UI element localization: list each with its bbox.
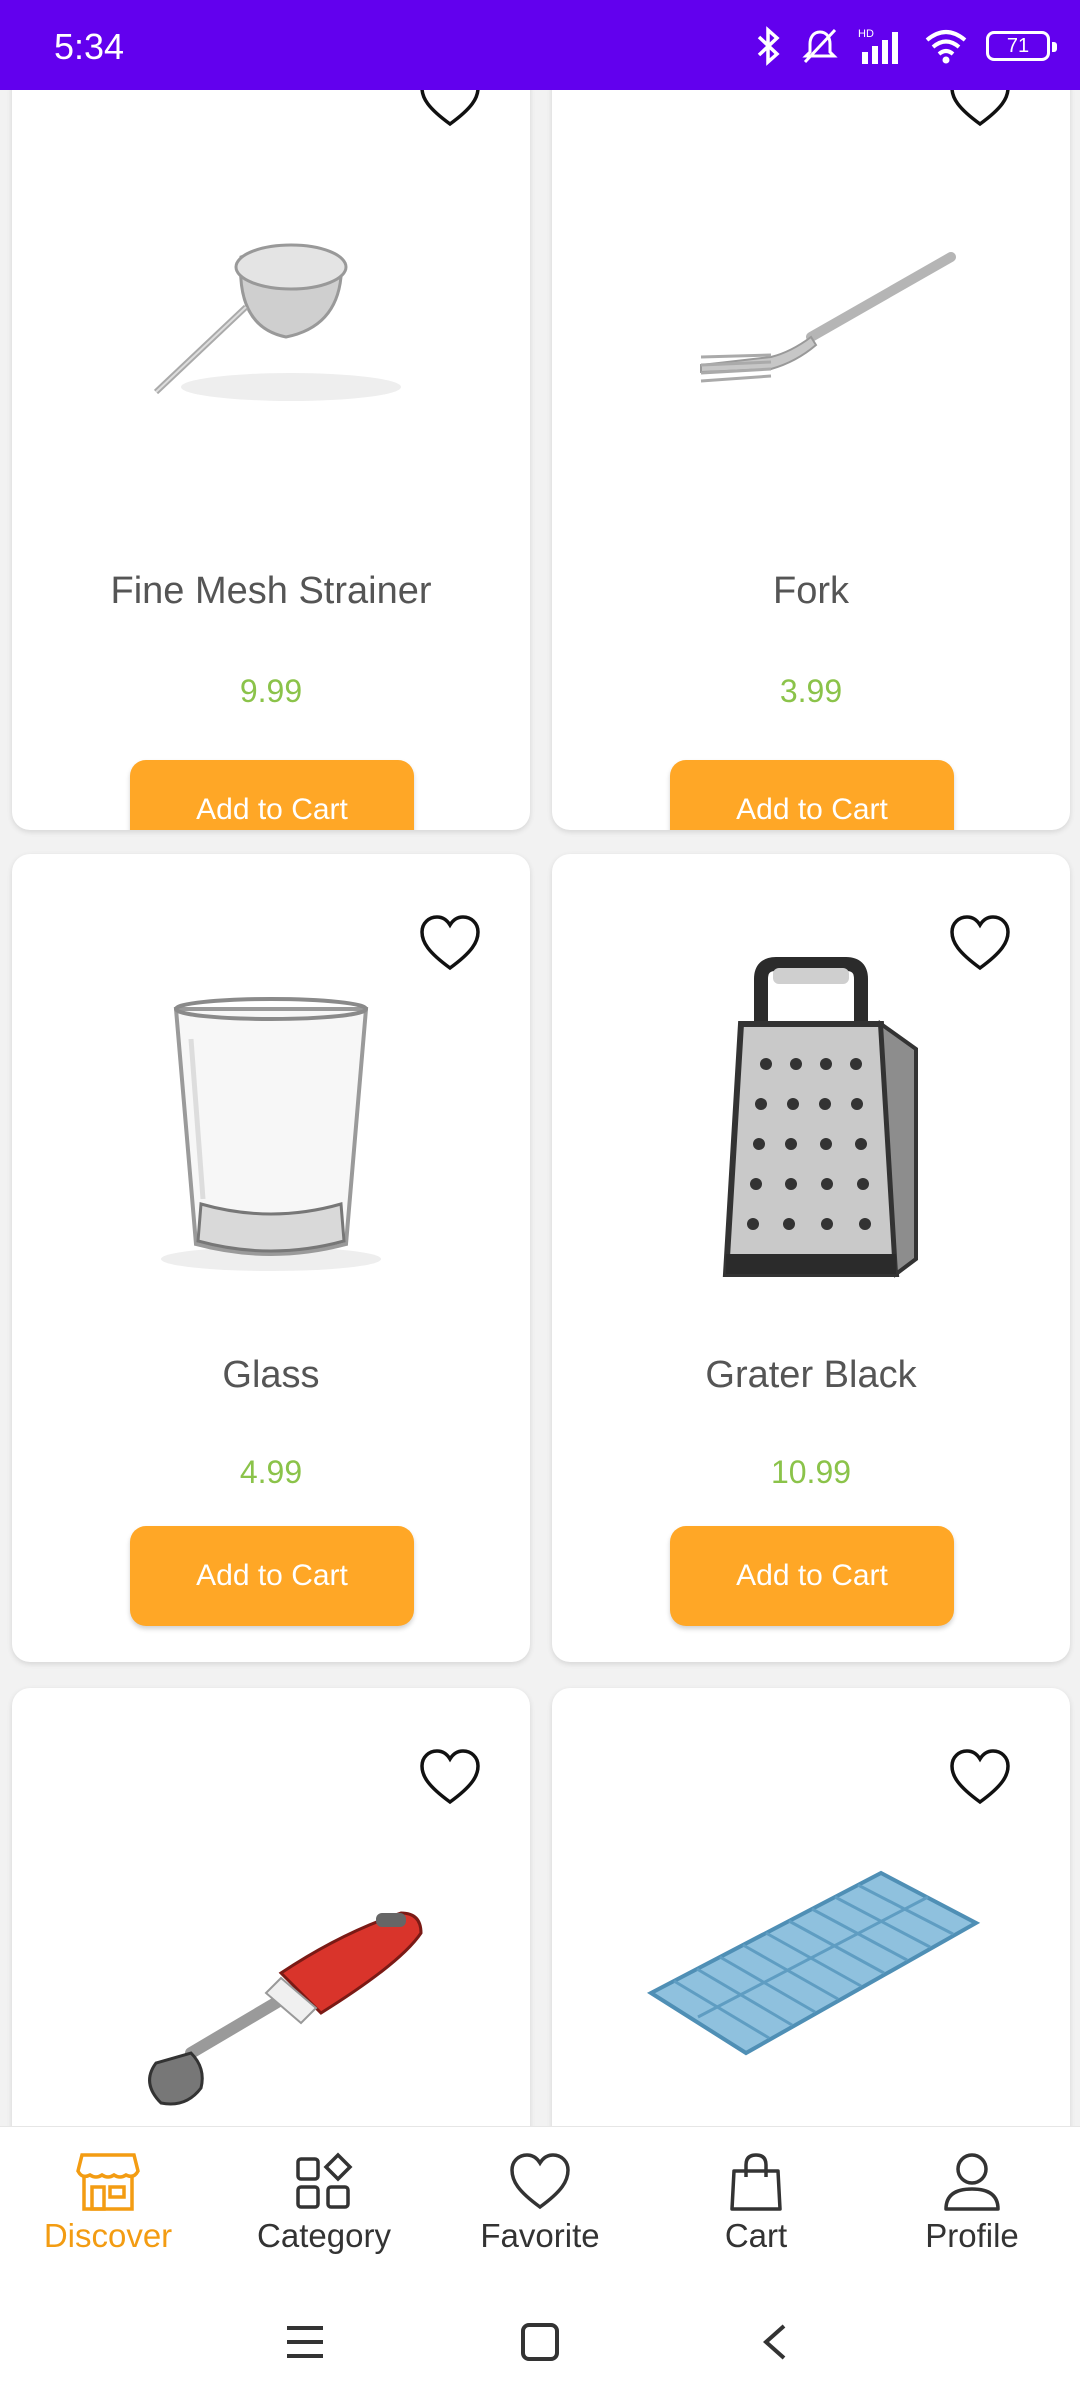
add-to-cart-button[interactable]: Add to Cart xyxy=(670,760,954,830)
product-card[interactable]: Fork 3.99 Add to Cart xyxy=(552,90,1070,830)
battery-icon: 71 xyxy=(986,31,1057,61)
nav-label: Discover xyxy=(43,2217,173,2254)
ice-tray-image xyxy=(552,1808,1070,2118)
nav-label: Profile xyxy=(925,2217,1019,2254)
fork-image xyxy=(552,152,1070,462)
status-icons: HD 71 xyxy=(756,24,1057,68)
product-card[interactable]: Fine Mesh Strainer 9.99 Add to Cart xyxy=(12,90,530,830)
wifi-icon xyxy=(925,30,967,64)
svg-text:HD: HD xyxy=(858,28,874,40)
product-price: 9.99 xyxy=(239,673,303,709)
recent-apps-button[interactable] xyxy=(275,2312,335,2372)
category-icon xyxy=(296,2152,353,2209)
favorite-heart-icon[interactable] xyxy=(418,1748,482,1806)
menu-icon xyxy=(287,2326,323,2358)
favorite-heart-icon[interactable] xyxy=(418,90,482,128)
back-button[interactable] xyxy=(745,2312,805,2372)
favorite-heart-icon[interactable] xyxy=(418,914,482,972)
product-price: 3.99 xyxy=(779,673,843,709)
home-button[interactable] xyxy=(510,2312,570,2372)
store-icon xyxy=(76,2153,140,2211)
nav-discover[interactable]: Discover xyxy=(0,2127,216,2285)
favorite-heart-icon[interactable] xyxy=(948,90,1012,128)
back-chevron-icon xyxy=(762,2324,786,2360)
product-card[interactable] xyxy=(552,1688,1070,2126)
favorite-heart-icon[interactable] xyxy=(948,1748,1012,1806)
product-name: Grater Black xyxy=(705,1354,917,1396)
product-name: Glass xyxy=(222,1354,320,1396)
product-name: Fork xyxy=(773,570,849,612)
grater-image xyxy=(552,957,1070,1278)
nav-label: Category xyxy=(257,2217,391,2254)
product-card[interactable]: Grater Black 10.99 Add to Cart xyxy=(552,854,1070,1662)
product-card[interactable] xyxy=(12,1688,530,2126)
product-name: Fine Mesh Strainer xyxy=(110,570,432,612)
heart-icon xyxy=(510,2153,570,2210)
signal-icon: HD xyxy=(858,28,898,64)
nav-profile[interactable]: Profile xyxy=(864,2127,1080,2285)
product-grid[interactable]: Fine Mesh Strainer 9.99 Add to Cart Fork… xyxy=(0,90,1080,2126)
bottom-navigation: Discover Category Favorite Cart Profile xyxy=(0,2126,1080,2285)
hand-blender-image xyxy=(12,1828,530,2126)
home-square-icon xyxy=(521,2323,559,2361)
nav-category[interactable]: Category xyxy=(216,2127,432,2285)
battery-level: 71 xyxy=(1006,34,1030,57)
nav-favorite[interactable]: Favorite xyxy=(432,2127,648,2285)
person-icon xyxy=(944,2153,1000,2211)
add-to-cart-button[interactable]: Add to Cart xyxy=(130,1526,414,1626)
add-to-cart-button[interactable]: Add to Cart xyxy=(670,1526,954,1626)
product-card[interactable]: Glass 4.99 Add to Cart xyxy=(12,854,530,1662)
nav-label: Cart xyxy=(724,2217,788,2254)
glass-image xyxy=(12,974,530,1284)
nav-label: Favorite xyxy=(480,2217,600,2254)
bluetooth-icon xyxy=(757,26,780,66)
strainer-image xyxy=(12,152,530,462)
mute-icon xyxy=(802,28,838,64)
add-to-cart-button[interactable]: Add to Cart xyxy=(130,760,414,830)
product-price: 4.99 xyxy=(239,1454,303,1490)
status-time: 5:34 xyxy=(54,26,125,67)
product-price: 10.99 xyxy=(770,1454,852,1490)
bag-icon xyxy=(730,2153,782,2211)
system-navigation-bar xyxy=(0,2284,1080,2400)
status-bar: 5:34 HD 71 xyxy=(0,0,1080,90)
nav-cart[interactable]: Cart xyxy=(648,2127,864,2285)
